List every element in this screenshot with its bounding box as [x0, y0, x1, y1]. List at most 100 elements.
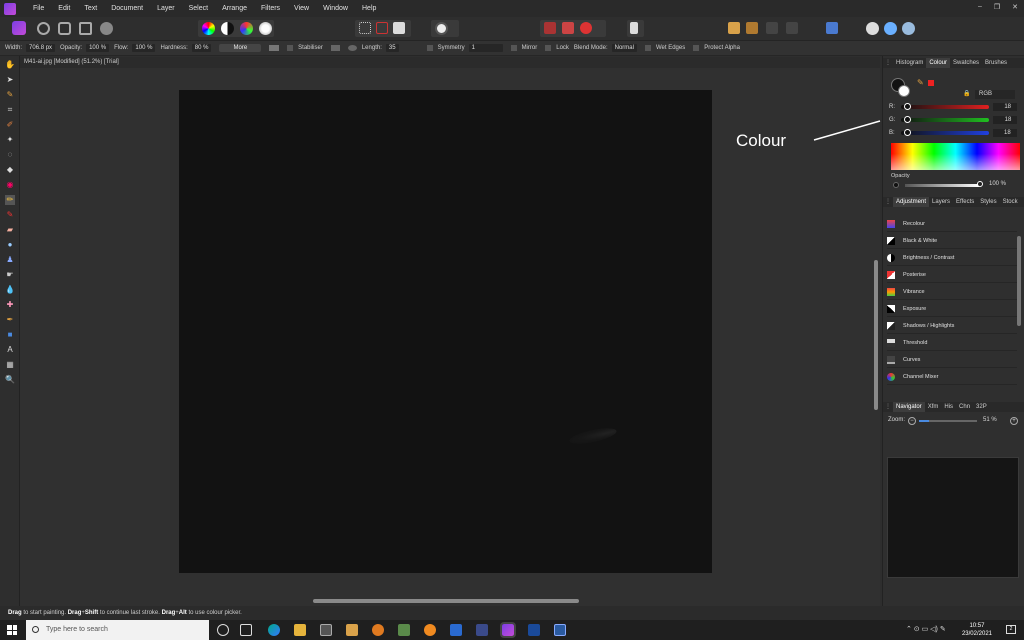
- selection-brush-tool-icon[interactable]: ✐: [5, 120, 15, 130]
- app-icon-2[interactable]: [372, 624, 384, 636]
- wet-edges-checkbox[interactable]: [644, 45, 651, 51]
- task-view-icon[interactable]: [240, 624, 252, 636]
- app-icon-6[interactable]: [554, 624, 566, 636]
- align-icon[interactable]: [826, 22, 838, 34]
- tab-brushes[interactable]: Brushes: [982, 58, 1010, 68]
- adjustment-item[interactable]: Posterise: [887, 267, 1017, 283]
- arrange-backward-icon[interactable]: [786, 22, 798, 34]
- marquee-tool-icon[interactable]: ◌: [5, 150, 15, 160]
- dodge-tool-icon[interactable]: ●: [5, 240, 15, 250]
- panel-grip-icon[interactable]: ⋮: [883, 58, 893, 68]
- flood-select-tool-icon[interactable]: ✦: [5, 135, 15, 145]
- menu-edit[interactable]: Edit: [51, 5, 77, 12]
- mirror-checkbox[interactable]: [510, 45, 517, 51]
- menu-view[interactable]: View: [287, 5, 316, 12]
- colour-spectrum[interactable]: [891, 143, 1020, 170]
- clock[interactable]: 10:57 23/02/2021: [962, 622, 992, 638]
- adjustment-item[interactable]: Exposure: [887, 301, 1017, 317]
- share-icon[interactable]: [902, 22, 915, 35]
- app-icon-4[interactable]: [424, 624, 436, 636]
- app-icon-3[interactable]: [398, 624, 410, 636]
- photoshop-icon[interactable]: [528, 624, 540, 636]
- rope-mode-icon[interactable]: [330, 45, 340, 51]
- auto-levels-icon[interactable]: [202, 22, 215, 35]
- auto-colour-icon[interactable]: [240, 22, 253, 35]
- red-value-field[interactable]: 18: [993, 103, 1017, 111]
- move-tool-icon[interactable]: ➤: [5, 75, 15, 85]
- vertical-scrollbar[interactable]: [874, 260, 878, 410]
- adjustment-scrollbar[interactable]: [1017, 236, 1021, 326]
- colour-replacement-tool-icon[interactable]: ✎: [5, 210, 15, 220]
- panel-grip-icon[interactable]: ⋮: [883, 402, 893, 412]
- adjustment-item[interactable]: Threshold: [887, 335, 1017, 351]
- arrange-back-icon[interactable]: [728, 22, 740, 34]
- hardness-field[interactable]: 80 %: [191, 44, 212, 52]
- menu-help[interactable]: Help: [355, 5, 383, 12]
- length-field[interactable]: 35: [385, 44, 399, 52]
- tab-navigator[interactable]: Navigator: [893, 402, 925, 412]
- tab-effects[interactable]: Effects: [953, 197, 977, 207]
- zoom-out-icon[interactable]: −: [908, 417, 916, 425]
- blue-slider[interactable]: [900, 129, 989, 136]
- arrange-forward-icon[interactable]: [766, 22, 778, 34]
- green-slider-knob[interactable]: [904, 116, 912, 123]
- tab-styles[interactable]: Styles: [977, 197, 999, 207]
- symmetry-field[interactable]: 1: [468, 44, 503, 52]
- select-all-icon[interactable]: [359, 22, 371, 34]
- gradient-tool-icon[interactable]: ◉: [5, 180, 15, 190]
- panel-grip-icon[interactable]: ⋮: [883, 197, 893, 207]
- store-icon[interactable]: [320, 624, 332, 636]
- adjustment-item[interactable]: Brightness / Contrast: [887, 250, 1017, 266]
- adjustment-item[interactable]: Recolour: [887, 216, 1017, 232]
- menu-window[interactable]: Window: [316, 5, 355, 12]
- flood-fill-tool-icon[interactable]: ◆: [5, 165, 15, 175]
- auto-contrast-icon[interactable]: [221, 22, 234, 35]
- blue-slider-knob[interactable]: [903, 129, 911, 136]
- system-tray-icons[interactable]: ⌃ ⊙ ▭ ◁) ✎: [906, 625, 946, 633]
- brush-options-icon[interactable]: [269, 45, 280, 51]
- tab-channels[interactable]: Chn: [956, 402, 973, 412]
- app-icon-1[interactable]: [346, 624, 358, 636]
- menu-arrange[interactable]: Arrange: [215, 5, 254, 12]
- grid-icon[interactable]: [544, 22, 556, 34]
- personas-chat-icon[interactable]: [866, 22, 879, 35]
- tab-adjustment[interactable]: Adjustment: [893, 197, 930, 207]
- quick-mask-icon[interactable]: [435, 22, 448, 35]
- auto-white-balance-icon[interactable]: [259, 22, 272, 35]
- tab-transform[interactable]: Xfm: [925, 402, 942, 412]
- menu-file[interactable]: File: [26, 5, 51, 12]
- menu-document[interactable]: Document: [104, 5, 150, 12]
- secondary-colour-swatch[interactable]: [898, 85, 910, 97]
- export-persona-icon[interactable]: [100, 22, 113, 35]
- eyedropper-icon[interactable]: ✎: [917, 78, 924, 87]
- zoom-in-icon[interactable]: +: [1010, 417, 1018, 425]
- tab-stock[interactable]: Stock: [1000, 197, 1021, 207]
- notification-icon[interactable]: 2: [1006, 625, 1016, 634]
- crop-tool-icon[interactable]: ⌗: [5, 105, 15, 115]
- opacity-slider-knob[interactable]: [977, 181, 983, 187]
- paint-brush-tool-icon[interactable]: ✏: [5, 195, 15, 205]
- symmetry-checkbox[interactable]: [426, 45, 433, 51]
- minimize-button[interactable]: –: [978, 3, 982, 11]
- zoom-tool-icon[interactable]: 🔍: [5, 375, 15, 385]
- snapping-icon[interactable]: [562, 22, 574, 34]
- red-slider-knob[interactable]: [904, 103, 911, 110]
- taskbar-search-box[interactable]: Type here to search: [26, 620, 209, 640]
- adjustment-item[interactable]: Curves: [887, 352, 1017, 368]
- mail-icon[interactable]: [450, 624, 462, 636]
- file-explorer-icon[interactable]: [294, 624, 306, 636]
- lock-icon[interactable]: 🔒: [963, 90, 970, 97]
- width-field[interactable]: 706.8 px: [26, 44, 56, 52]
- flow-field[interactable]: 100 %: [132, 44, 156, 52]
- affinity-photo-taskbar-icon[interactable]: [500, 622, 516, 638]
- window-mode-icon[interactable]: [347, 45, 357, 51]
- tab-layers[interactable]: Layers: [929, 197, 953, 207]
- blur-tool-icon[interactable]: 💧: [5, 285, 15, 295]
- menu-filters[interactable]: Filters: [254, 5, 287, 12]
- stabiliser-checkbox[interactable]: [287, 45, 294, 51]
- menu-layer[interactable]: Layer: [150, 5, 182, 12]
- menu-select[interactable]: Select: [182, 5, 215, 12]
- photo-persona-icon[interactable]: [12, 21, 26, 35]
- blue-value-field[interactable]: 18: [992, 129, 1017, 137]
- tab-colour[interactable]: Colour: [926, 58, 951, 68]
